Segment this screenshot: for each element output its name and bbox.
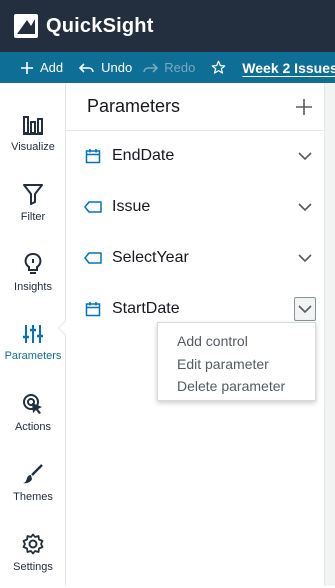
menu-item-edit-parameter[interactable]: Edit parameter bbox=[158, 353, 315, 376]
parameter-row-issue[interactable]: Issue bbox=[66, 181, 324, 232]
rail-item-label: Visualize bbox=[11, 141, 55, 153]
rail-item-actions[interactable]: Actions bbox=[0, 378, 66, 448]
rail-item-visualize[interactable]: Visualize bbox=[0, 98, 66, 168]
funnel-icon bbox=[23, 184, 43, 205]
redo-label: Redo bbox=[164, 60, 196, 75]
sliders-icon bbox=[23, 325, 43, 343]
canvas-edge bbox=[324, 83, 335, 586]
paintbrush-icon bbox=[23, 464, 43, 484]
left-nav-rail: Visualize Filter Insights Parameters Act… bbox=[0, 83, 66, 586]
rail-item-label: Filter bbox=[20, 211, 46, 223]
add-button[interactable]: Add bbox=[0, 52, 71, 83]
tag-icon bbox=[84, 249, 102, 267]
parameter-context-menu: Add control Edit parameter Delete parame… bbox=[157, 322, 316, 401]
undo-icon bbox=[79, 62, 95, 74]
parameter-row-enddate[interactable]: EndDate bbox=[66, 130, 324, 181]
redo-button[interactable]: Redo bbox=[140, 52, 203, 83]
cursor-click-icon bbox=[23, 394, 42, 414]
rail-item-label: Settings bbox=[13, 561, 53, 573]
parameter-menu-button[interactable] bbox=[294, 297, 316, 321]
chevron-down-icon bbox=[298, 305, 312, 313]
undo-label: Undo bbox=[101, 60, 133, 75]
rail-item-settings[interactable]: Settings bbox=[0, 518, 66, 588]
app-title: QuickSight bbox=[46, 14, 154, 37]
undo-button[interactable]: Undo bbox=[71, 52, 140, 83]
star-icon bbox=[211, 60, 226, 74]
rail-item-parameters[interactable]: Parameters bbox=[0, 308, 66, 378]
lightbulb-icon bbox=[24, 253, 42, 274]
parameter-menu-button[interactable] bbox=[294, 146, 316, 166]
chevron-down-icon bbox=[298, 203, 312, 211]
parameter-menu-button[interactable] bbox=[294, 197, 316, 217]
sheet-title-link[interactable]: Week 2 Issues bbox=[234, 52, 335, 83]
parameter-name: EndDate bbox=[112, 146, 175, 164]
rail-item-insights[interactable]: Insights bbox=[0, 238, 66, 308]
gear-icon bbox=[22, 533, 44, 555]
chevron-down-icon bbox=[298, 152, 312, 160]
calendar-icon bbox=[84, 147, 102, 165]
calendar-icon bbox=[84, 300, 102, 318]
parameter-menu-button[interactable] bbox=[294, 248, 316, 268]
toolbar: Add Undo Redo Week 2 Issues bbox=[0, 52, 335, 83]
menu-item-add-control[interactable]: Add control bbox=[158, 330, 315, 353]
rail-item-label: Parameters bbox=[4, 350, 62, 362]
parameter-name: SelectYear bbox=[112, 248, 189, 266]
sheet-title: Week 2 Issues bbox=[242, 59, 335, 76]
rail-item-label: Themes bbox=[13, 491, 53, 503]
parameter-name: Issue bbox=[112, 197, 151, 215]
add-parameter-button[interactable] bbox=[294, 97, 314, 117]
panel-title: Parameters bbox=[87, 96, 181, 116]
redo-icon bbox=[142, 62, 159, 74]
tag-icon bbox=[84, 198, 102, 216]
parameter-name: StartDate bbox=[112, 299, 180, 317]
rail-item-filter[interactable]: Filter bbox=[0, 168, 66, 238]
panel-header: Parameters bbox=[66, 83, 324, 131]
quicksight-logo-icon bbox=[14, 14, 38, 38]
add-label: Add bbox=[40, 60, 64, 75]
rail-item-label: Actions bbox=[14, 421, 52, 433]
bar-chart-icon bbox=[23, 116, 43, 135]
rail-item-themes[interactable]: Themes bbox=[0, 448, 66, 518]
rail-item-label: Insights bbox=[14, 281, 52, 293]
menu-item-delete-parameter[interactable]: Delete parameter bbox=[158, 375, 315, 398]
favorite-button[interactable] bbox=[203, 52, 234, 83]
app-header: QuickSight bbox=[0, 0, 335, 52]
chevron-down-icon bbox=[298, 254, 312, 262]
parameter-row-selectyear[interactable]: SelectYear bbox=[66, 232, 324, 283]
plus-icon bbox=[20, 61, 34, 75]
